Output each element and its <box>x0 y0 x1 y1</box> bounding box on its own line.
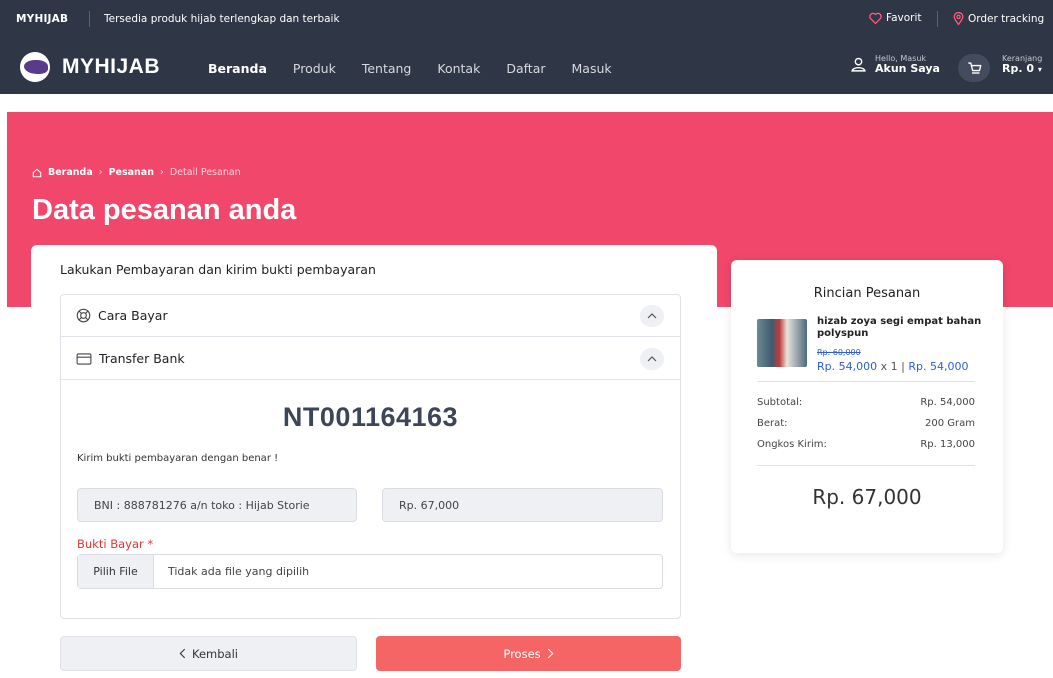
amount-field: Rp. 67,000 <box>382 488 663 522</box>
logo-text: MYHIJAB <box>62 55 161 78</box>
account-label: Akun Saya <box>875 62 940 76</box>
topbar-divider-2 <box>937 11 938 27</box>
accordion-bank-transfer-label: Transfer Bank <box>99 351 185 366</box>
heart-icon <box>869 12 882 24</box>
accordion-how-to-pay[interactable]: Cara Bayar <box>61 295 680 337</box>
payment-proof-label: Bukti Bayar * <box>77 537 154 551</box>
credit-card-icon <box>76 352 92 365</box>
process-button[interactable]: Proses <box>376 636 681 671</box>
back-button[interactable]: Kembali <box>60 636 357 671</box>
summary-row-shipping: Ongkos Kirim: Rp. 13,000 <box>757 439 975 450</box>
chevron-left-icon <box>179 648 186 659</box>
summary-divider <box>757 465 975 466</box>
summary-row-value: 200 Gram <box>925 418 975 429</box>
cart-total: Rp. 0 <box>1002 62 1035 76</box>
breadcrumb-orders[interactable]: Pesanan <box>109 167 154 178</box>
order-tracking-link[interactable]: Order tracking <box>953 12 1044 25</box>
product-name: hizab zoya segi empat bahan polyspun <box>817 316 982 339</box>
summary-divider <box>757 381 975 382</box>
product-line-total: Rp. 54,000 <box>908 360 969 373</box>
topbar-divider <box>89 11 90 27</box>
summary-row-label: Subtotal: <box>757 397 803 408</box>
breadcrumb: Beranda › Pesanan › Detail Pesanan <box>32 167 241 178</box>
summary-row-subtotal: Subtotal: Rp. 54,000 <box>757 397 975 408</box>
product-price: Rp. 54,000 <box>817 360 878 373</box>
chevron-right-icon <box>547 648 554 659</box>
order-summary-card: Rincian Pesanan hizab zoya segi empat ba… <box>731 260 1003 553</box>
chevron-up-icon[interactable] <box>640 305 664 327</box>
logo-icon <box>20 52 50 82</box>
nav-link-masuk[interactable]: Masuk <box>572 61 612 76</box>
order-code: NT001164163 <box>282 402 459 432</box>
payment-proof-file-input[interactable]: Pilih File Tidak ada file yang dipilih <box>77 554 663 589</box>
summary-row-value: Rp. 13,000 <box>920 439 975 450</box>
breadcrumb-chevron-icon: › <box>160 167 164 178</box>
user-icon <box>851 58 866 73</box>
breadcrumb-chevron-icon: › <box>98 167 103 178</box>
caret-down-icon: ▾ <box>1037 65 1042 75</box>
cart-icon <box>967 62 981 74</box>
summary-row-value: Rp. 54,000 <box>920 397 975 408</box>
breadcrumb-home[interactable]: Beranda <box>48 167 93 178</box>
product-old-price: Rp. 60,000 <box>817 348 861 357</box>
chevron-up-icon[interactable] <box>640 348 664 370</box>
order-summary-title: Rincian Pesanan <box>813 286 921 301</box>
site-logo[interactable]: MYHIJAB <box>20 52 160 82</box>
top-bar: MYHIJAB Tersedia produk hijab terlengkap… <box>0 0 1053 38</box>
summary-row-label: Berat: <box>757 418 788 429</box>
account-menu[interactable]: Hello, Masuk Akun Saya <box>850 54 940 76</box>
summary-row-label: Ongkos Kirim: <box>757 439 827 450</box>
nav-link-daftar[interactable]: Daftar <box>506 61 545 76</box>
favorit-link[interactable]: Favorit <box>869 12 922 24</box>
summary-row-weight: Berat: 200 Gram <box>757 418 975 429</box>
cart-summary[interactable]: Keranjang Rp. 0 ▾ <box>1002 54 1042 76</box>
product-price-line: Rp. 54,000 x 1 | Rp. 54,000 <box>817 360 969 373</box>
favorit-label: Favorit <box>886 12 922 24</box>
back-button-label: Kembali <box>192 646 238 661</box>
process-button-label: Proses <box>503 646 541 661</box>
payment-instruction: Lakukan Pembayaran dan kirim bukti pemba… <box>60 262 376 277</box>
nav-link-beranda[interactable]: Beranda <box>208 61 267 76</box>
cart-button[interactable] <box>958 54 990 82</box>
accordion-bank-transfer[interactable]: Transfer Bank <box>61 338 680 380</box>
bank-account-field: BNI : 888781276 a/n toko : Hijab Storie <box>77 488 357 522</box>
send-proof-note: Kirim bukti pembayaran dengan benar ! <box>77 453 279 464</box>
nav-link-produk[interactable]: Produk <box>293 61 336 76</box>
nav-menu: Beranda Produk Tentang Kontak Daftar Mas… <box>208 61 638 76</box>
payment-panel: Cara Bayar Transfer Bank NT001164163 Kir… <box>60 294 681 619</box>
topbar-brand: MYHIJAB <box>16 13 69 25</box>
home-icon <box>32 168 42 177</box>
order-tracking-label: Order tracking <box>968 12 1045 25</box>
nav-link-kontak[interactable]: Kontak <box>437 61 480 76</box>
nav-link-tentang[interactable]: Tentang <box>362 61 412 76</box>
location-pin-icon <box>953 12 964 25</box>
topbar-tagline: Tersedia produk hijab terlengkap dan ter… <box>104 13 340 25</box>
product-qty: x 1 <box>880 360 898 373</box>
main-navbar: MYHIJAB Beranda Produk Tentang Kontak Da… <box>0 38 1053 94</box>
lifebuoy-icon <box>76 308 91 323</box>
product-thumbnail <box>757 319 807 367</box>
file-name-text: Tidak ada file yang dipilih <box>168 565 310 578</box>
order-total: Rp. 67,000 <box>812 485 922 509</box>
breadcrumb-current: Detail Pesanan <box>169 167 241 178</box>
accordion-how-to-pay-label: Cara Bayar <box>98 308 168 323</box>
choose-file-button[interactable]: Pilih File <box>78 555 154 588</box>
page-title: Data pesanan anda <box>32 194 297 226</box>
payment-card: Lakukan Pembayaran dan kirim bukti pemba… <box>31 245 717 678</box>
